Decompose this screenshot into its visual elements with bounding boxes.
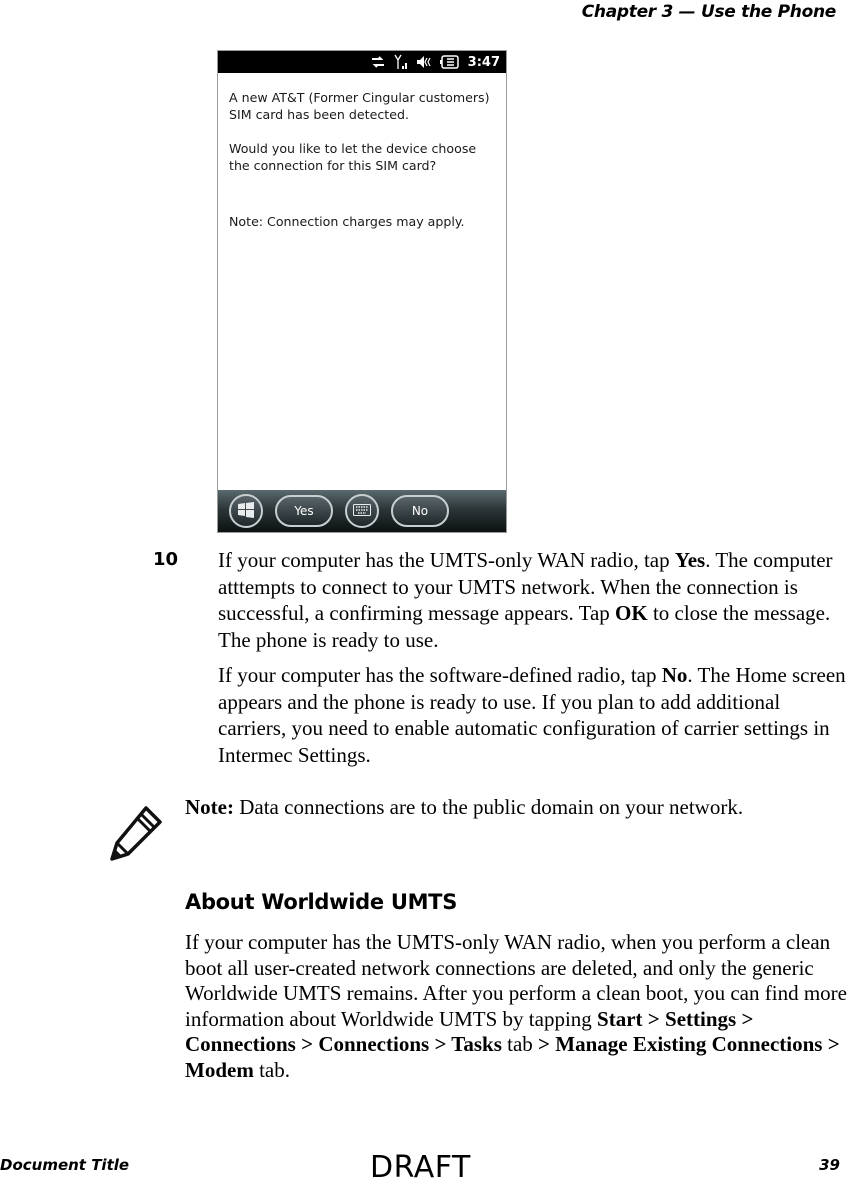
data-sync-icon [370, 55, 386, 69]
separator: > [429, 1032, 452, 1057]
keyboard-button[interactable] [345, 494, 379, 528]
section-body: If your computer has the UMTS-only WAN r… [185, 930, 850, 1084]
step-paragraph-yes: If your computer has the UMTS-only WAN r… [218, 547, 850, 653]
yes-label: Yes [674, 548, 706, 572]
separator: > [642, 1006, 666, 1031]
step-10: 10 If your computer has the UMTS-only WA… [153, 547, 850, 777]
menu-path-modem: Modem [185, 1057, 254, 1082]
ok-label: OK [615, 601, 648, 625]
status-time: 3:47 [467, 54, 500, 70]
separator: > [295, 1032, 319, 1057]
message-charges-note: Note: Connection charges may apply. [229, 214, 465, 229]
signal-strength-icon [394, 54, 408, 70]
no-label: No [661, 663, 688, 687]
note: Note: Data connections are to the public… [185, 794, 850, 820]
text: If your computer has the software-define… [218, 663, 662, 687]
battery-charging-icon [439, 55, 460, 69]
menu-path-settings: Settings [665, 1006, 737, 1031]
message-sim-detected: A new AT&T (Former Cingular customers) S… [229, 90, 490, 122]
menu-path-connections: Connections [318, 1032, 430, 1057]
message-question: Would you like to let the device choose … [229, 141, 477, 173]
soft-key-bar: Yes No [218, 490, 506, 532]
status-bar: 3:47 [218, 51, 506, 73]
menu-path-manage: Manage Existing Connections [555, 1032, 823, 1057]
separator: > [822, 1032, 840, 1057]
chapter-title: Chapter 3 — Use the Phone [581, 2, 837, 22]
document-title: Document Title [0, 1156, 130, 1174]
text: If your computer has the UMTS-only WAN r… [218, 548, 675, 572]
page-number: 39 [819, 1156, 840, 1174]
phone-screenshot: 3:47 A new AT&T (Former Cingular custome… [217, 50, 507, 533]
text: tab. [253, 1057, 290, 1082]
keyboard-icon [353, 503, 371, 519]
step-number: 10 [153, 549, 179, 570]
separator: > [538, 1032, 556, 1057]
menu-path-start: Start [597, 1006, 643, 1031]
note-label: Note: [185, 795, 234, 819]
no-button[interactable]: No [391, 495, 449, 527]
section-heading: About Worldwide UMTS [185, 890, 458, 914]
separator: > [736, 1006, 754, 1031]
section-paragraph: If your computer has the UMTS-only WAN r… [185, 930, 850, 1084]
sim-detected-message: A new AT&T (Former Cingular customers) S… [229, 89, 499, 230]
text: tab [501, 1032, 539, 1057]
yes-button[interactable]: Yes [275, 495, 333, 527]
note-text: Data connections are to the public domai… [233, 795, 744, 819]
speaker-muted-icon [416, 55, 432, 69]
menu-path-tasks: Tasks [451, 1032, 502, 1057]
pencil-note-icon [108, 805, 164, 861]
start-button[interactable] [229, 494, 263, 528]
windows-start-icon [237, 501, 255, 521]
draft-watermark: DRAFT [370, 1150, 471, 1185]
step-paragraph-no: If your computer has the software-define… [218, 662, 850, 768]
menu-path-connections: Connections [185, 1032, 296, 1057]
